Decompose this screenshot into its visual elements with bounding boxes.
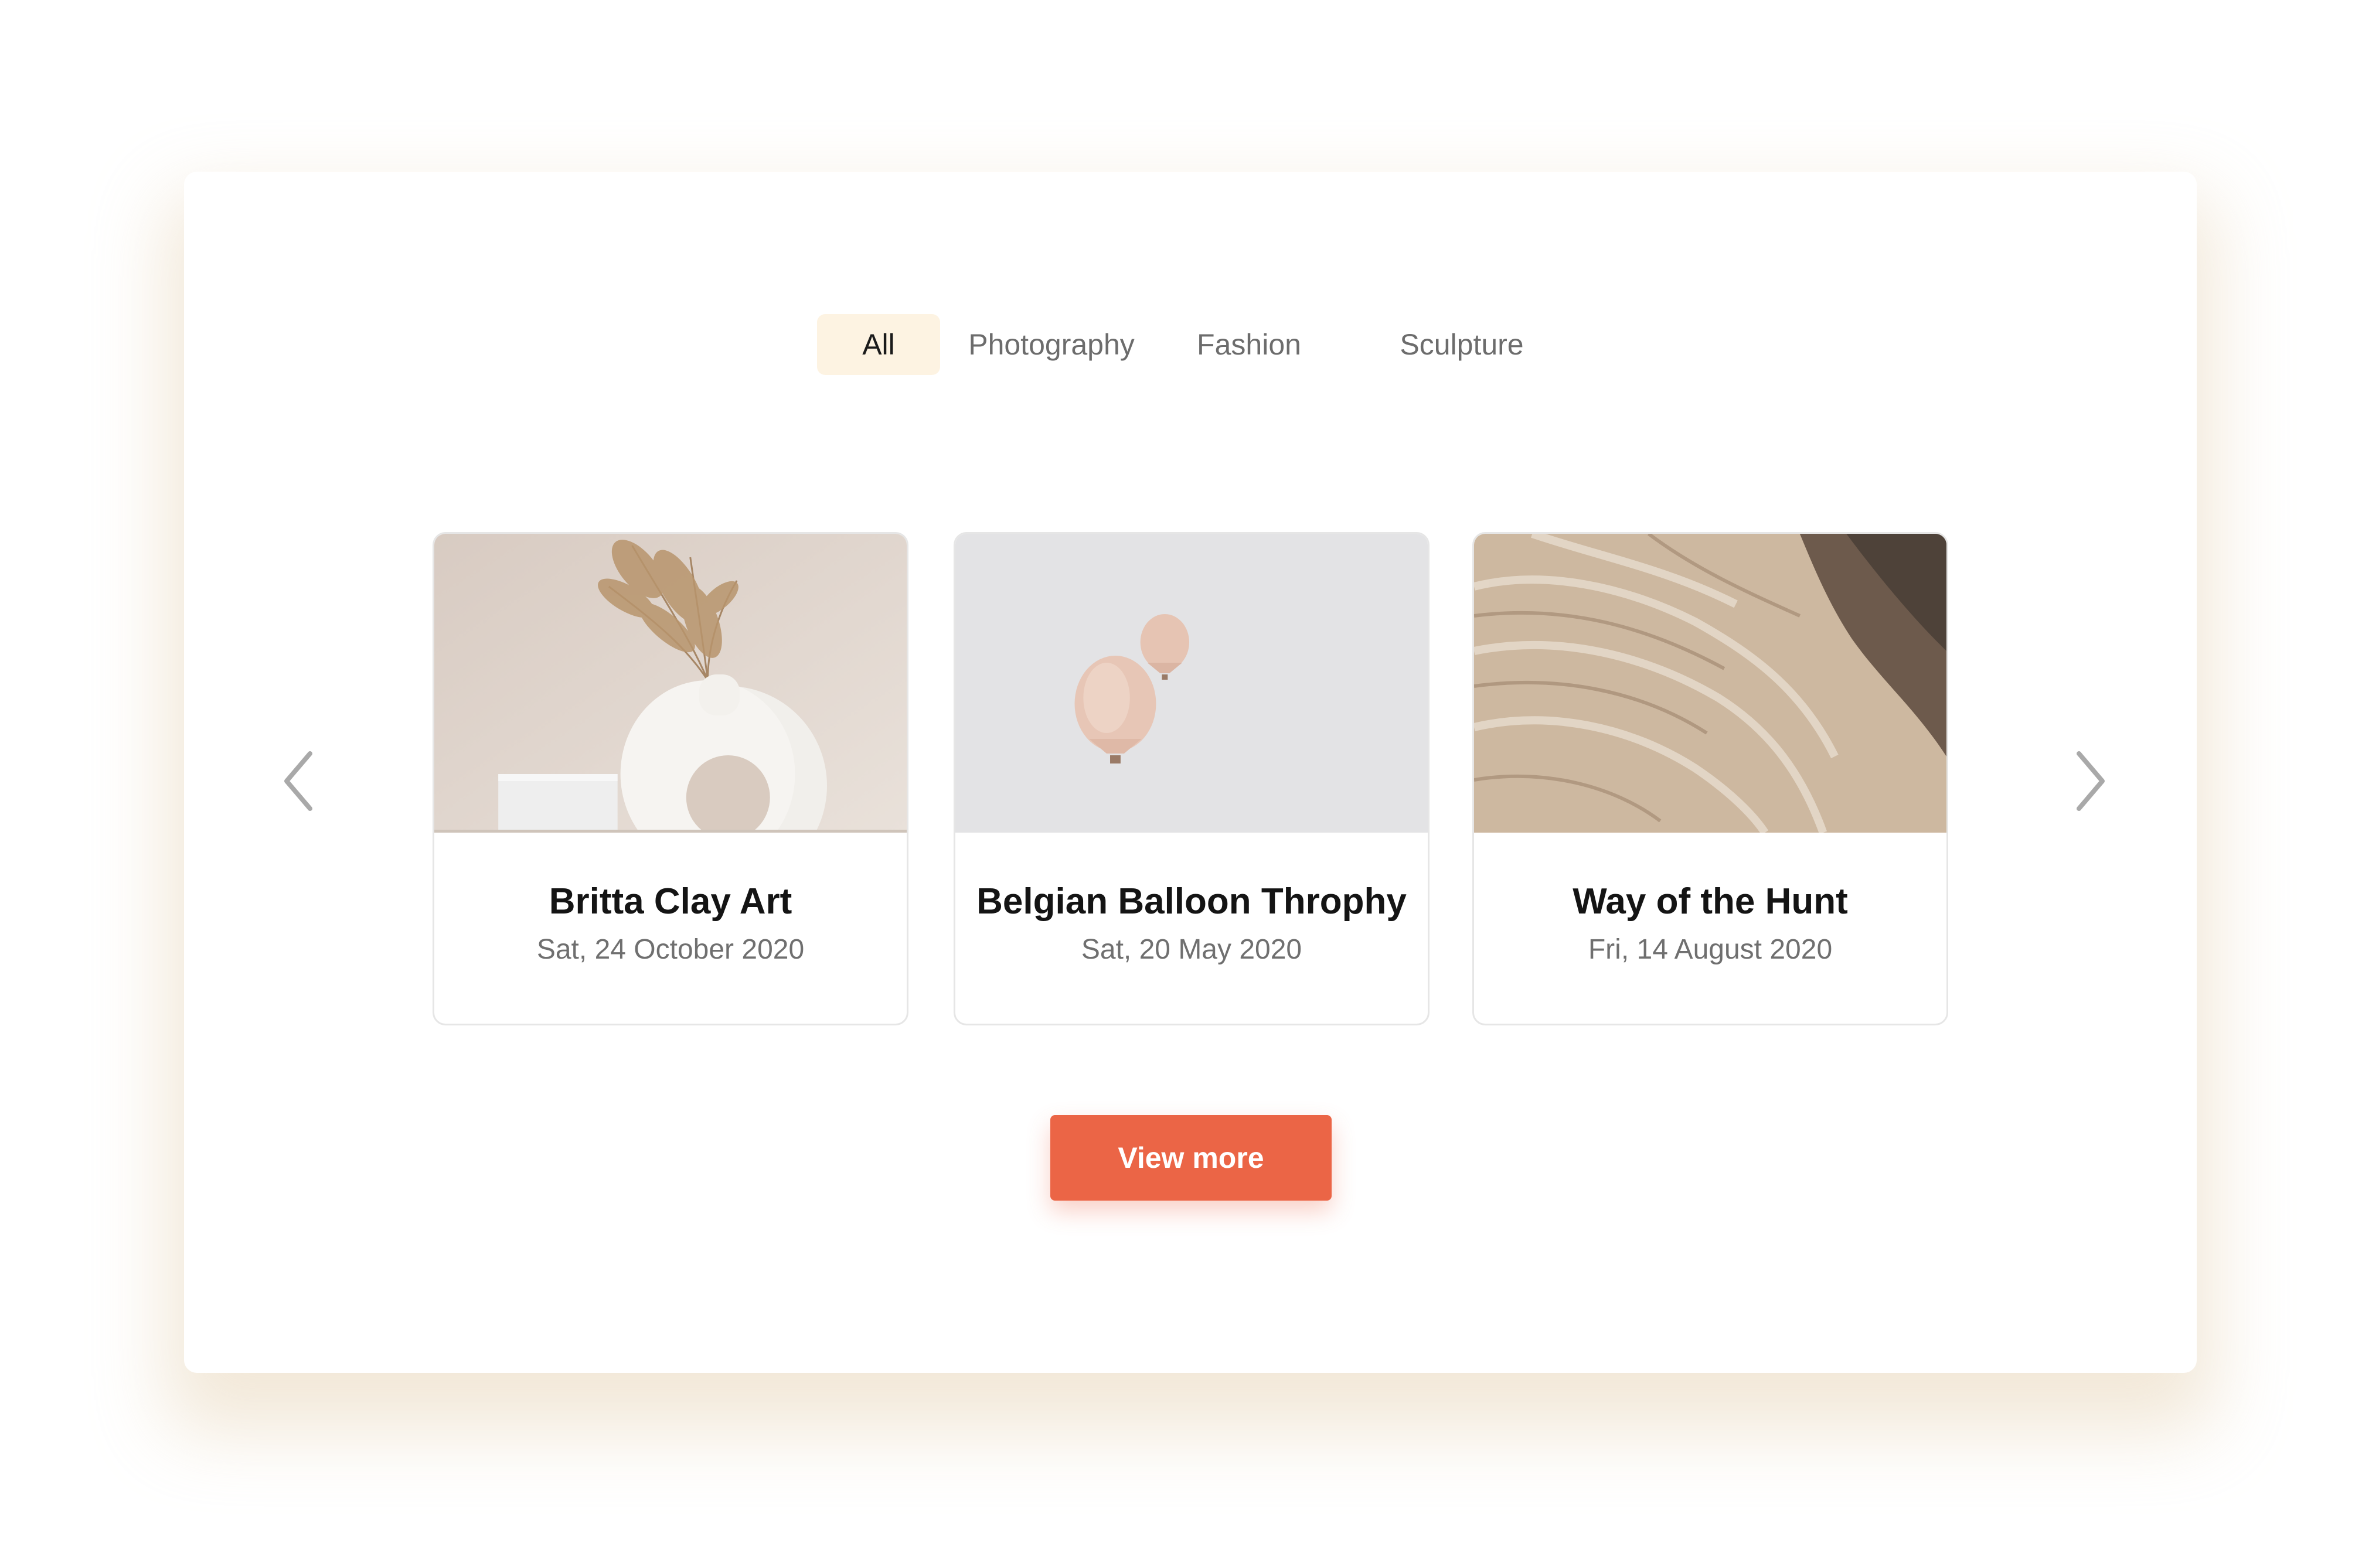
tab-sculpture[interactable]: Sculpture xyxy=(1386,314,1538,375)
chevron-right-icon xyxy=(2077,751,2105,811)
chevron-left-icon xyxy=(284,751,312,811)
gallery-card[interactable]: Way of the Hunt Fri, 14 August 2020 xyxy=(1472,532,1948,1025)
tab-photography[interactable]: Photography xyxy=(958,314,1145,375)
carousel-next-button[interactable] xyxy=(2064,746,2117,816)
carousel-prev-button[interactable] xyxy=(272,746,325,816)
tab-all[interactable]: All xyxy=(817,314,940,375)
clay-vase-image xyxy=(434,534,907,833)
gallery-panel: All Photography Fashion Sculpture Britta… xyxy=(184,172,2197,1373)
view-more-button[interactable]: View more xyxy=(1050,1115,1332,1201)
card-date: Sat, 24 October 2020 xyxy=(536,934,805,965)
tab-fashion[interactable]: Fashion xyxy=(1187,314,1311,375)
card-title: Way of the Hunt xyxy=(1573,881,1848,922)
desert-canyon-image xyxy=(1474,534,1946,833)
card-title: Britta Clay Art xyxy=(549,881,792,922)
card-date: Fri, 14 August 2020 xyxy=(1588,934,1833,965)
gallery-card[interactable]: Belgian Balloon Throphy Sat, 20 May 2020 xyxy=(954,532,1430,1025)
gallery-card[interactable]: Britta Clay Art Sat, 24 October 2020 xyxy=(433,532,908,1025)
card-title: Belgian Balloon Throphy xyxy=(976,881,1407,922)
hot-air-balloons-image xyxy=(955,534,1428,833)
card-date: Sat, 20 May 2020 xyxy=(1081,934,1302,965)
